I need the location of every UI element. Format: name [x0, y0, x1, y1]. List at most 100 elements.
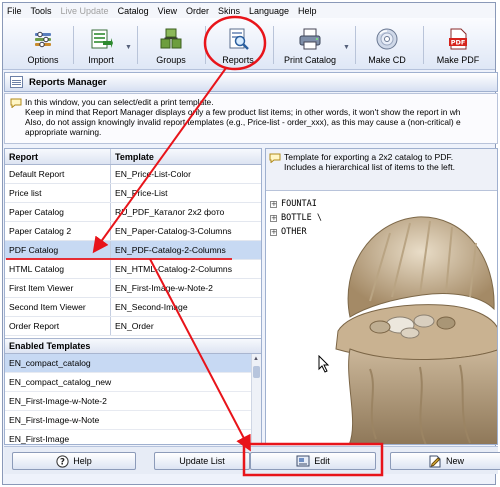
list-item[interactable]: EN_compact_catalog: [5, 354, 251, 373]
import-icon: [88, 26, 114, 52]
info-line: appropriate warning.: [25, 127, 102, 137]
info-line: Also, do not assign knowingly invalid re…: [25, 117, 461, 127]
enabled-templates-list: EN_compact_catalog EN_compact_catalog_new…: [5, 354, 261, 444]
column-header-template[interactable]: Template: [111, 149, 261, 164]
template-name-cell: EN_Price-List-Color: [115, 169, 191, 179]
template-description-line: Template for exporting a 2x2 catalog to …: [284, 152, 454, 162]
new-icon: [428, 455, 442, 468]
info-bubble-icon: [269, 153, 281, 165]
list-item[interactable]: EN_First-Image-w-Note: [5, 411, 251, 430]
reports-button[interactable]: Reports: [216, 20, 260, 68]
menu-bar: File Tools Live Update Catalog View Orde…: [3, 3, 495, 18]
fountain-preview-image: [335, 216, 497, 444]
update-list-button[interactable]: Update List: [154, 452, 250, 470]
expand-icon[interactable]: +: [270, 228, 277, 236]
menu-language[interactable]: Language: [249, 6, 289, 16]
menu-order[interactable]: Order: [186, 6, 209, 16]
svg-text:?: ?: [60, 457, 65, 467]
list-item[interactable]: EN_First-Image-w-Note-2: [5, 392, 251, 411]
menu-skins[interactable]: Skins: [218, 6, 240, 16]
info-line: Keep in mind that Report Manager display…: [25, 107, 461, 117]
template-name-cell: EN_PDF-Catalog-2-Columns: [115, 245, 226, 255]
list-item[interactable]: EN_First-Image: [5, 430, 251, 444]
table-row[interactable]: Second Item Viewer EN_Second-Image: [5, 298, 261, 317]
table-row[interactable]: First Item Viewer EN_First-Image-w-Note-2: [5, 279, 261, 298]
import-label: Import: [88, 55, 114, 65]
reports-icon: [225, 26, 251, 52]
expand-icon[interactable]: +: [270, 200, 277, 208]
tree-item[interactable]: + FOUNTAI: [270, 197, 322, 211]
info-line: In this window, you can select/edit a pr…: [25, 97, 214, 107]
table-row[interactable]: Paper Catalog RU_PDF_Каталог 2x2 фото: [5, 203, 261, 222]
table-row[interactable]: Default Report EN_Price-List-Color: [5, 165, 261, 184]
make-cd-label: Make CD: [368, 55, 406, 65]
info-bubble-icon: [10, 98, 22, 110]
list-item[interactable]: EN_compact_catalog_new: [5, 373, 251, 392]
import-dropdown-icon[interactable]: ▼: [125, 44, 132, 51]
report-name-cell: Default Report: [5, 165, 111, 183]
report-name-cell: PDF Catalog: [5, 241, 111, 259]
template-name-cell: EN_HTML-Catalog-2-Columns: [115, 264, 233, 274]
expand-icon[interactable]: +: [270, 214, 277, 222]
make-pdf-label: Make PDF: [436, 55, 480, 65]
help-button[interactable]: ? Help: [12, 452, 136, 470]
menu-tools[interactable]: Tools: [31, 6, 52, 16]
template-description: Template for exporting a 2x2 catalog to …: [266, 149, 497, 191]
tree-item[interactable]: + OTHER: [270, 225, 322, 239]
make-cd-button[interactable]: Make CD: [363, 20, 411, 68]
template-name-cell: EN_Order: [115, 321, 154, 331]
help-label: Help: [73, 456, 92, 466]
report-name-cell: Order Report: [5, 317, 111, 335]
scrollbar-thumb[interactable]: [253, 366, 260, 378]
options-button[interactable]: Options: [21, 20, 65, 68]
help-icon: ?: [56, 454, 69, 468]
table-row[interactable]: PDF Catalog EN_PDF-Catalog-2-Columns: [5, 241, 261, 260]
scroll-up-icon[interactable]: ▲: [253, 356, 259, 362]
table-row[interactable]: Paper Catalog 2 EN_Paper-Catalog-3-Column…: [5, 222, 261, 241]
make-pdf-icon: PDF: [445, 26, 471, 52]
print-catalog-button[interactable]: Print Catalog: [281, 20, 339, 68]
edit-icon: [296, 455, 310, 467]
reports-label: Reports: [222, 55, 254, 65]
tree-item-label: FOUNTAI: [281, 199, 317, 209]
tree-item[interactable]: + BOTTLE \: [270, 211, 322, 225]
menu-catalog[interactable]: Catalog: [118, 6, 149, 16]
options-label: Options: [27, 55, 59, 65]
new-label: New: [445, 456, 464, 466]
import-button[interactable]: Import: [81, 20, 121, 68]
report-name-cell: Paper Catalog: [5, 203, 111, 221]
table-row[interactable]: Price list EN_Price-List: [5, 184, 261, 203]
enabled-templates-header: Enabled Templates: [5, 338, 261, 354]
toolbar-separator: [137, 26, 138, 64]
new-button[interactable]: New: [390, 452, 500, 470]
menu-view[interactable]: View: [158, 6, 177, 16]
reports-table-body: Default Report EN_Price-List-Color Price l…: [5, 165, 261, 336]
print-catalog-icon: [297, 26, 323, 52]
edit-button[interactable]: Edit: [250, 452, 376, 470]
make-cd-icon: [374, 26, 400, 52]
make-pdf-button[interactable]: PDF Make PDF: [431, 20, 485, 68]
reports-manager-title-bar: Reports Manager: [4, 72, 498, 92]
groups-button[interactable]: Groups: [151, 20, 191, 68]
report-name-cell: HTML Catalog: [5, 260, 111, 278]
update-list-label: Update List: [179, 456, 225, 466]
tree-item-label: OTHER: [281, 227, 307, 237]
edit-label: Edit: [314, 456, 330, 466]
panel-menu-icon[interactable]: [10, 76, 23, 88]
table-row[interactable]: HTML Catalog EN_HTML-Catalog-2-Columns: [5, 260, 261, 279]
toolbar-separator: [423, 26, 424, 64]
report-name-cell: First Item Viewer: [5, 279, 111, 297]
menu-file[interactable]: File: [7, 6, 22, 16]
groups-label: Groups: [156, 55, 186, 65]
table-row[interactable]: Order Report EN_Order: [5, 317, 261, 336]
template-name-cell: EN_First-Image-w-Note-2: [115, 283, 213, 293]
reports-panel: Report Template Default Report EN_Price-L…: [4, 148, 262, 445]
enabled-templates-scrollbar[interactable]: ▲: [251, 354, 261, 444]
preview-category-tree: + FOUNTAI + BOTTLE \ + OTHER: [270, 197, 322, 239]
bottom-button-bar: ? Help Update List Edit New: [4, 446, 500, 474]
print-catalog-dropdown-icon[interactable]: ▼: [343, 44, 350, 51]
menu-help[interactable]: Help: [298, 6, 317, 16]
column-header-report[interactable]: Report: [5, 149, 111, 164]
groups-icon: [158, 26, 184, 52]
menu-live-update: Live Update: [60, 5, 109, 16]
